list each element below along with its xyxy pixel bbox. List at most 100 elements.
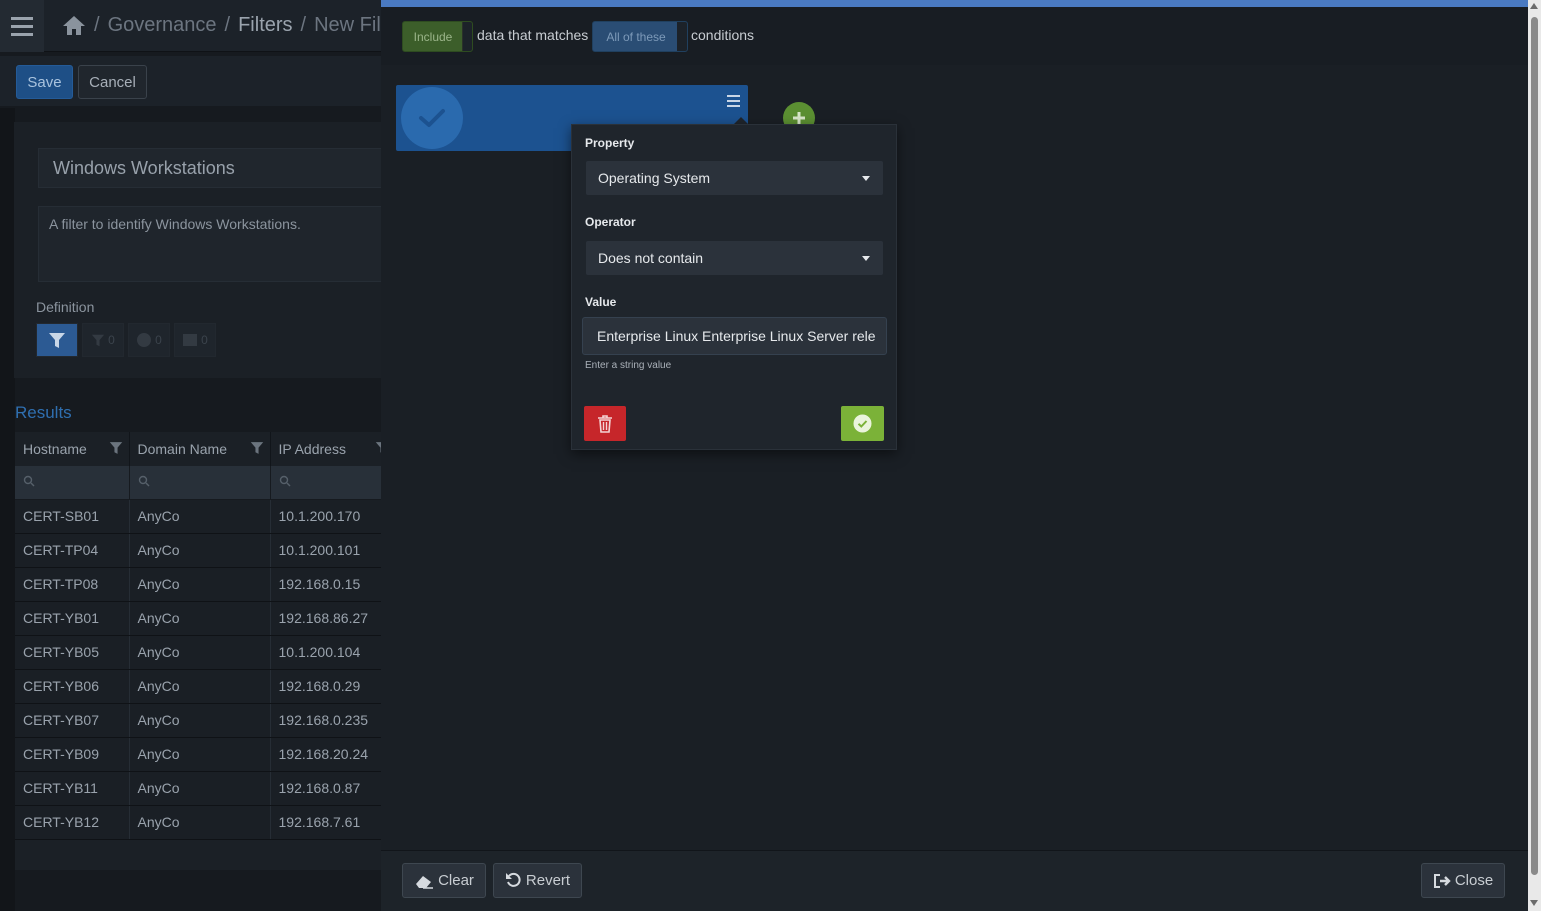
scrollbar-thumb[interactable] bbox=[1531, 17, 1538, 875]
operator-select[interactable]: Does not contain bbox=[586, 241, 883, 275]
hostname-cell: CERT-YB07 bbox=[15, 703, 130, 738]
table-row[interactable]: CERT-TP04 AnyCo 10.1.200.101 bbox=[15, 533, 396, 568]
toggle-knob bbox=[677, 22, 687, 51]
scroll-down-arrow-icon[interactable] bbox=[1530, 900, 1538, 906]
table-row[interactable]: CERT-YB05 AnyCo 10.1.200.104 bbox=[15, 635, 396, 670]
cancel-button[interactable]: Cancel bbox=[78, 65, 147, 99]
hamburger-menu-icon[interactable] bbox=[0, 0, 44, 52]
apply-condition-button[interactable] bbox=[841, 406, 884, 441]
calendar-icon bbox=[183, 334, 198, 346]
domain-name-cell: AnyCo bbox=[129, 635, 271, 670]
ip-address-cell: 192.168.0.87 bbox=[270, 771, 396, 806]
delete-condition-button[interactable] bbox=[584, 406, 626, 441]
filter-name-field[interactable]: Windows Workstations bbox=[38, 148, 398, 188]
save-button[interactable]: Save bbox=[16, 65, 73, 99]
table-row[interactable]: CERT-YB07 AnyCo 192.168.0.235 bbox=[15, 703, 396, 738]
column-label: Domain Name bbox=[137, 441, 227, 457]
breadcrumb-current: New Fil bbox=[314, 14, 381, 36]
domain-name-cell: AnyCo bbox=[129, 771, 271, 806]
table-row[interactable]: CERT-YB12 AnyCo 192.168.7.61 bbox=[15, 805, 396, 840]
ip-address-cell: 10.1.200.104 bbox=[270, 635, 396, 670]
checkmark-icon bbox=[401, 87, 463, 149]
property-selected-value: Operating System bbox=[598, 170, 711, 186]
table-row[interactable]: CERT-YB01 AnyCo 192.168.86.27 bbox=[15, 601, 396, 636]
column-label: IP Address bbox=[278, 441, 346, 457]
operator-selected-value: Does not contain bbox=[598, 250, 704, 266]
ip-address-cell: 192.168.20.24 bbox=[270, 737, 396, 772]
hostname-search-input[interactable] bbox=[15, 466, 130, 500]
table-row[interactable]: CERT-TP08 AnyCo 192.168.0.15 bbox=[15, 567, 396, 602]
revert-label: Revert bbox=[525, 872, 571, 889]
close-button[interactable]: Close bbox=[1421, 863, 1505, 898]
vertical-scrollbar[interactable] bbox=[1528, 0, 1541, 911]
ip-search-input[interactable] bbox=[270, 466, 396, 500]
close-label: Close bbox=[1454, 872, 1494, 889]
filter-icon[interactable] bbox=[250, 441, 264, 455]
breadcrumb-filters[interactable]: Filters bbox=[238, 14, 292, 37]
caret-down-icon bbox=[862, 176, 870, 181]
breadcrumb-separator: / bbox=[224, 14, 231, 36]
clear-button[interactable]: Clear bbox=[402, 863, 486, 898]
definition-tabs: 0 0 0 bbox=[36, 323, 216, 357]
editor-accent-bar bbox=[381, 0, 1528, 7]
table-row[interactable]: CERT-YB06 AnyCo 192.168.0.29 bbox=[15, 669, 396, 704]
ip-address-cell: 10.1.200.101 bbox=[270, 533, 396, 568]
ip-address-cell: 192.168.0.235 bbox=[270, 703, 396, 738]
check-circle-icon bbox=[853, 414, 872, 433]
hostname-cell: CERT-YB09 bbox=[15, 737, 130, 772]
value-input[interactable]: Enterprise Linux Enterprise Linux Server… bbox=[582, 317, 887, 355]
ip-address-cell: 192.168.0.15 bbox=[270, 567, 396, 602]
table-footer bbox=[15, 840, 395, 870]
eraser-icon bbox=[416, 875, 434, 889]
table-row[interactable]: CERT-YB09 AnyCo 192.168.20.24 bbox=[15, 737, 396, 772]
column-header-hostname[interactable]: Hostname bbox=[15, 432, 130, 466]
ip-address-cell: 192.168.7.61 bbox=[270, 805, 396, 840]
filter-tab[interactable] bbox=[36, 323, 78, 357]
filter-icon[interactable] bbox=[109, 441, 123, 455]
match-mode-label: All of these bbox=[606, 29, 666, 44]
column-header-ip-address[interactable]: IP Address bbox=[270, 432, 396, 466]
check-circle-icon bbox=[137, 333, 152, 347]
ip-address-cell: 192.168.0.29 bbox=[270, 669, 396, 704]
condition-count-tab[interactable]: 0 bbox=[128, 323, 170, 357]
domain-name-cell: AnyCo bbox=[129, 601, 271, 636]
filter-description-field[interactable]: A filter to identify Windows Workstation… bbox=[38, 206, 398, 282]
domain-name-cell: AnyCo bbox=[129, 669, 271, 704]
sign-out-icon bbox=[1433, 873, 1451, 888]
domain-name-cell: AnyCo bbox=[129, 805, 271, 840]
domain-name-cell: AnyCo bbox=[129, 499, 271, 534]
property-select[interactable]: Operating System bbox=[586, 161, 883, 195]
clear-label: Clear bbox=[438, 872, 474, 889]
revert-button[interactable]: Revert bbox=[493, 863, 582, 898]
schedule-count-tab[interactable]: 0 bbox=[174, 323, 216, 357]
operator-label: Operator bbox=[585, 215, 636, 229]
breadcrumb-governance[interactable]: Governance bbox=[108, 14, 217, 37]
caret-down-icon bbox=[862, 256, 870, 261]
breadcrumb: / Governance / Filters / New Fil bbox=[62, 14, 381, 37]
filter-count: 0 bbox=[108, 333, 115, 347]
definition-label: Definition bbox=[36, 299, 95, 315]
left-gutter bbox=[0, 108, 15, 911]
matches-text: data that matches bbox=[477, 27, 589, 43]
hostname-cell: CERT-TP04 bbox=[15, 533, 130, 568]
include-toggle-label: Include bbox=[413, 29, 453, 44]
scroll-up-arrow-icon[interactable] bbox=[1530, 3, 1538, 9]
table-row[interactable]: CERT-YB11 AnyCo 192.168.0.87 bbox=[15, 771, 396, 806]
include-toggle[interactable]: Include bbox=[402, 21, 473, 52]
table-row[interactable]: CERT-SB01 AnyCo 10.1.200.170 bbox=[15, 499, 396, 534]
conditions-text: conditions bbox=[691, 27, 755, 43]
match-mode-toggle[interactable]: All of these bbox=[592, 21, 688, 52]
search-icon bbox=[279, 476, 290, 487]
column-header-domain-name[interactable]: Domain Name bbox=[129, 432, 271, 466]
condition-menu-icon[interactable] bbox=[727, 95, 740, 107]
domain-name-cell: AnyCo bbox=[129, 567, 271, 602]
filter-count-tab[interactable]: 0 bbox=[82, 323, 124, 357]
hostname-cell: CERT-TP08 bbox=[15, 567, 130, 602]
undo-icon bbox=[505, 872, 521, 887]
domain-search-input[interactable] bbox=[129, 466, 271, 500]
filter-icon bbox=[49, 332, 65, 348]
home-icon[interactable] bbox=[62, 15, 86, 36]
trash-icon bbox=[598, 414, 612, 433]
hostname-cell: CERT-YB12 bbox=[15, 805, 130, 840]
schedule-count: 0 bbox=[201, 333, 208, 347]
